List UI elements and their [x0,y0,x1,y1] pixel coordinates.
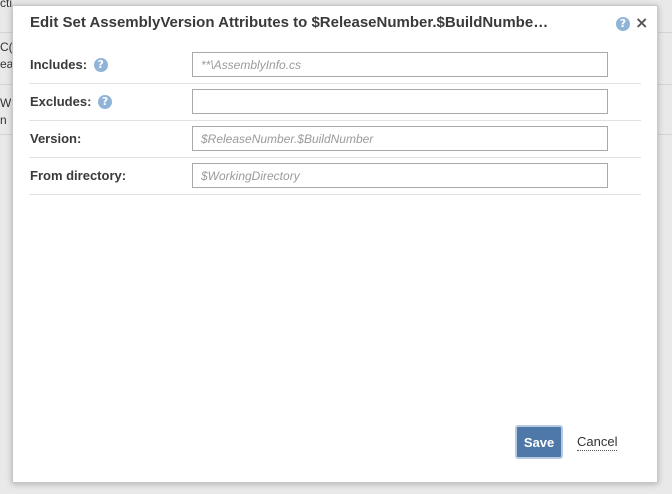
version-label: Version: [30,131,82,146]
includes-input[interactable] [192,52,608,77]
from-directory-label: From directory: [30,168,127,183]
cancel-link[interactable]: Cancel [577,434,618,451]
excludes-label-text: Excludes: [30,94,92,109]
save-button[interactable]: Save [515,425,563,459]
form-row-version: Version: [29,121,641,158]
excludes-label: Excludes: ? [30,94,113,109]
step-form: Includes: ? Excludes: ? Version: From di… [29,47,641,195]
form-row-excludes: Excludes: ? [29,84,641,121]
background-text-fragment: cti [0,0,12,10]
excludes-input[interactable] [192,89,608,114]
version-input[interactable] [192,126,608,151]
background-text-fragment: W [0,96,12,110]
close-icon[interactable]: × [635,14,648,32]
form-row-from-directory: From directory: [29,158,641,195]
background-text-fragment: n [0,113,7,127]
includes-label: Includes: ? [30,57,108,72]
from-directory-input[interactable] [192,163,608,188]
excludes-help-icon[interactable]: ? [98,94,113,109]
help-icon[interactable]: ? [616,17,630,31]
includes-help-icon[interactable]: ? [93,57,108,72]
edit-step-dialog: Edit Set AssemblyVersion Attributes to $… [12,5,658,483]
background-text-fragment: C( [0,40,13,54]
includes-label-text: Includes: [30,57,88,72]
dialog-title: Edit Set AssemblyVersion Attributes to $… [30,14,549,31]
form-row-includes: Includes: ? [29,47,641,84]
